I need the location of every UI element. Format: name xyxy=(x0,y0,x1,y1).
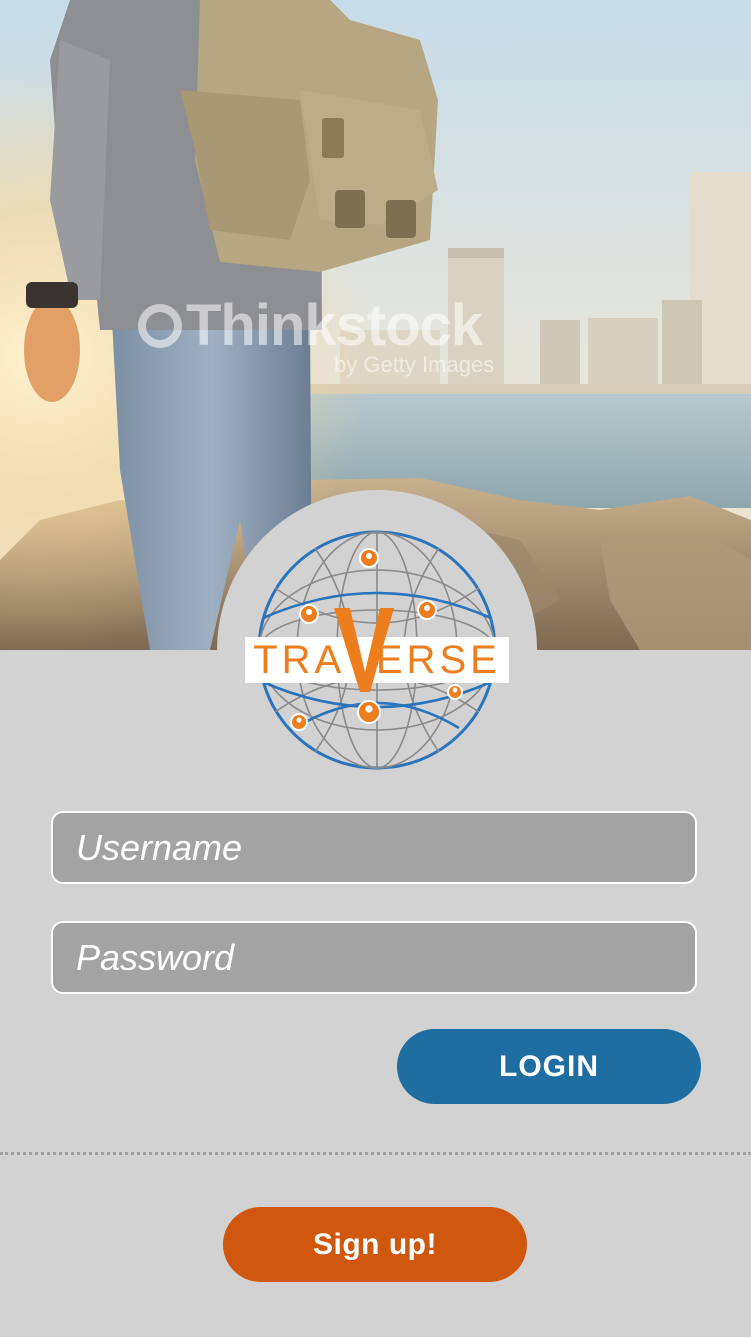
signup-button-label: Sign up! xyxy=(313,1227,437,1261)
logo-v-mark-icon xyxy=(334,608,394,692)
password-field[interactable] xyxy=(51,921,697,994)
password-input[interactable] xyxy=(76,936,676,979)
signup-button[interactable]: Sign up! xyxy=(223,1207,527,1282)
login-screen: Thinkstock by Getty Images TRA ERSE User… xyxy=(0,0,751,1337)
login-button[interactable]: LOGIN xyxy=(397,1029,701,1104)
dotted-divider xyxy=(0,1152,751,1155)
username-input[interactable] xyxy=(76,826,676,869)
username-field[interactable] xyxy=(51,811,697,884)
login-button-label: LOGIN xyxy=(499,1049,599,1083)
